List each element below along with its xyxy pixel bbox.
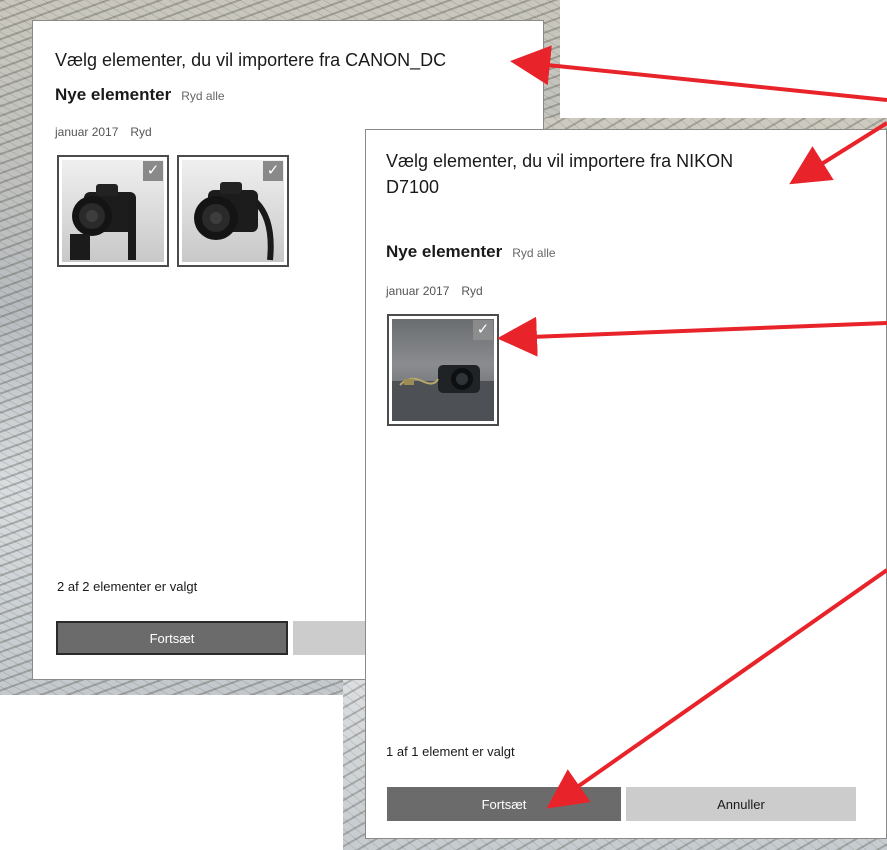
section-title: Nye elementer <box>55 85 172 104</box>
group-clear-link[interactable]: Ryd <box>130 125 151 139</box>
checkmark-icon[interactable]: ✓ <box>473 320 493 340</box>
section-title: Nye elementer <box>386 242 503 261</box>
section-header: Nye elementer Ryd alle <box>55 85 225 105</box>
clear-all-link[interactable]: Ryd alle <box>181 89 224 103</box>
continue-button[interactable]: Fortsæt <box>387 787 621 821</box>
photo-thumbnail[interactable]: ✓ <box>57 155 169 267</box>
group-clear-link[interactable]: Ryd <box>461 284 482 298</box>
import-dialog-nikon: Vælg elementer, du vil importere fra NIK… <box>365 129 887 839</box>
dialog-title-line1: Vælg elementer, du vil importere fra NIK… <box>386 151 734 171</box>
photo-thumbnail[interactable]: ✓ <box>387 314 499 426</box>
group-header: januar 2017 Ryd <box>55 125 152 139</box>
continue-button[interactable]: Fortsæt <box>56 621 288 655</box>
dialog-title-line2: D7100 <box>386 177 440 197</box>
dialog-title: Vælg elementer, du vil importere fra CAN… <box>55 50 447 70</box>
checkmark-icon[interactable]: ✓ <box>263 161 283 181</box>
arrow-to-canon-title <box>510 45 887 102</box>
checkmark-icon[interactable]: ✓ <box>143 161 163 181</box>
selection-status: 2 af 2 elementer er valgt <box>57 579 198 594</box>
cancel-button[interactable]: Annuller <box>626 787 856 821</box>
selection-status: 1 af 1 element er valgt <box>386 744 515 759</box>
group-header: januar 2017 Ryd <box>386 284 483 298</box>
clear-all-link[interactable]: Ryd alle <box>512 246 555 260</box>
group-date: januar 2017 <box>55 125 119 139</box>
photo-thumbnail[interactable]: ✓ <box>177 155 289 267</box>
dialog-title: Vælg elementer, du vil importere fra NIK… <box>386 148 733 200</box>
group-date: januar 2017 <box>386 284 450 298</box>
section-header: Nye elementer Ryd alle <box>386 242 556 262</box>
